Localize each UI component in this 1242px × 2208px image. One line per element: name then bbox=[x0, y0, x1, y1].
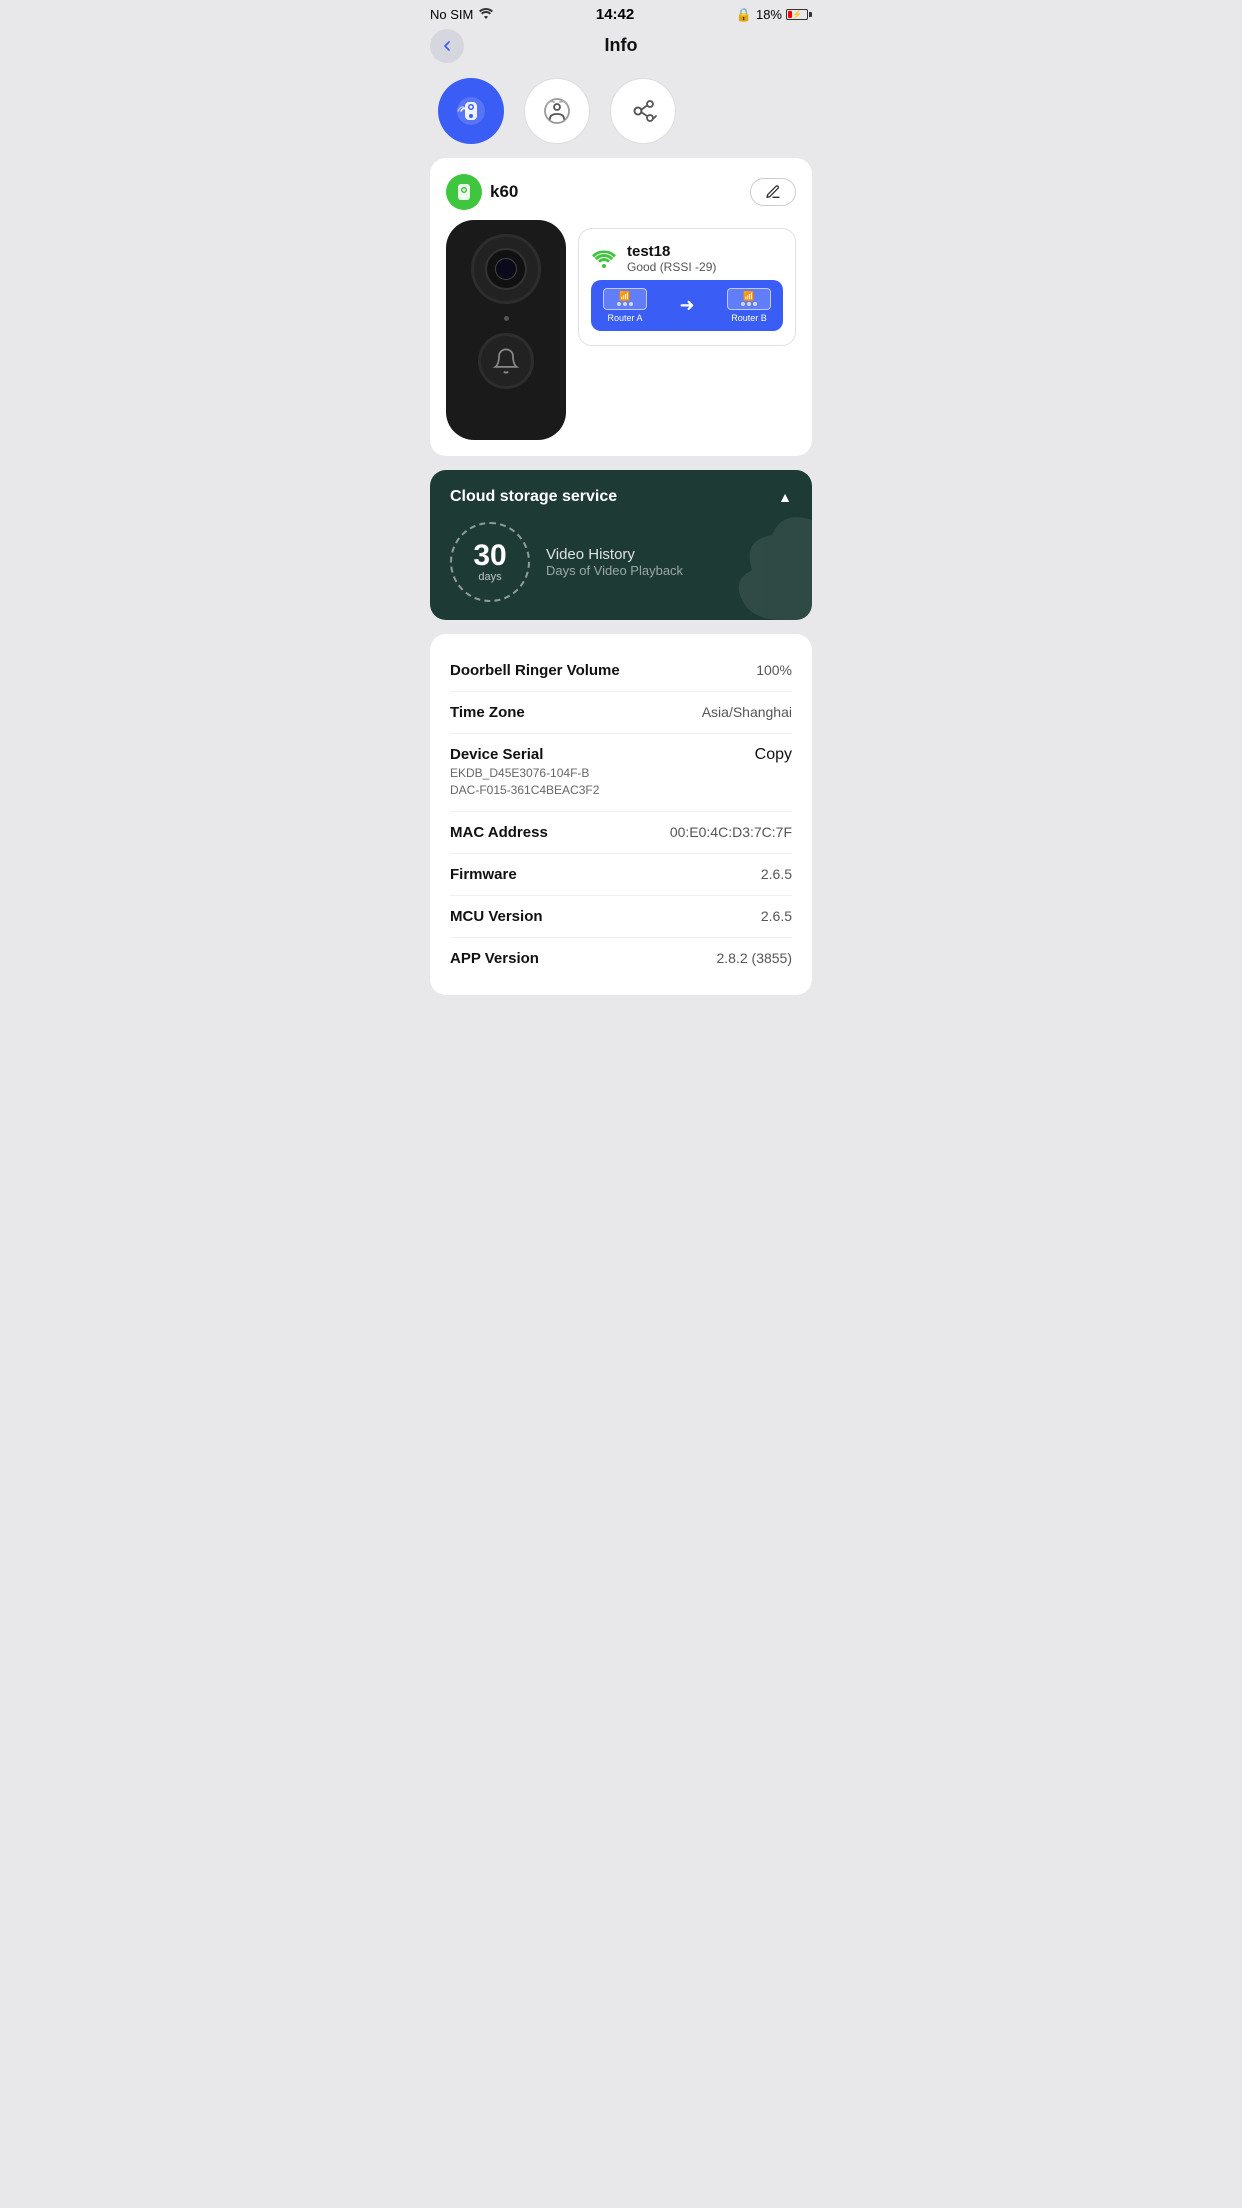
router-b: 📶 Router B bbox=[727, 288, 771, 323]
router-banner: 📶 Router A ➜ 📶 bbox=[591, 280, 783, 331]
info-label: MCU Version bbox=[450, 908, 761, 925]
info-row: Firmware2.6.5 bbox=[450, 854, 792, 896]
doorbell-image bbox=[446, 220, 566, 440]
wifi-ssid: test18 bbox=[627, 243, 716, 260]
cloud-storage-card[interactable]: Cloud storage service ▲ 30 days Video Hi… bbox=[430, 470, 812, 620]
info-row[interactable]: Device Serial EKDB_D45E3076-104F-B DAC-F0… bbox=[450, 734, 792, 812]
cloud-storage-title: Cloud storage service bbox=[450, 488, 617, 506]
info-label-col: APP Version bbox=[450, 950, 717, 967]
router-b-box: 📶 bbox=[727, 288, 771, 310]
info-row: MCU Version2.6.5 bbox=[450, 896, 792, 938]
lock-icon: 🔒 bbox=[736, 7, 752, 23]
device-image-area bbox=[446, 220, 566, 440]
back-button[interactable] bbox=[430, 29, 464, 63]
device-card: k60 bbox=[430, 158, 812, 456]
wifi-card-header: test18 Good (RSSI -29) bbox=[591, 243, 783, 274]
info-card: Doorbell Ringer Volume100%Time ZoneAsia/… bbox=[430, 634, 812, 995]
info-row: APP Version2.8.2 (3855) bbox=[450, 938, 792, 979]
router-arrow-icon: ➜ bbox=[679, 295, 694, 316]
wifi-card: test18 Good (RSSI -29) 📶 Router A bbox=[578, 228, 796, 346]
info-label: Device Serial bbox=[450, 746, 755, 763]
status-right: 🔒 18% ⚡ bbox=[736, 7, 812, 23]
info-value: 2.8.2 (3855) bbox=[717, 950, 793, 966]
wifi-info: test18 Good (RSSI -29) bbox=[627, 243, 716, 274]
cloud-bg-decoration bbox=[612, 490, 812, 620]
camera-ring bbox=[471, 234, 541, 304]
info-value: 2.6.5 bbox=[761, 866, 792, 882]
info-sub: EKDB_D45E3076-104F-B DAC-F015-361C4BEAC3… bbox=[450, 765, 755, 799]
carrier-label: No SIM bbox=[430, 7, 473, 22]
device-name: k60 bbox=[490, 182, 518, 202]
status-time: 14:42 bbox=[596, 6, 634, 23]
status-bar: No SIM 14:42 🔒 18% ⚡ bbox=[414, 0, 828, 27]
tab-share[interactable] bbox=[610, 78, 676, 144]
info-row: MAC Address00:E0:4C:D3:7C:7F bbox=[450, 812, 792, 854]
info-label-col: Time Zone bbox=[450, 704, 702, 721]
info-value: Asia/Shanghai bbox=[702, 704, 792, 720]
info-label: APP Version bbox=[450, 950, 717, 967]
doorbell-bell bbox=[478, 333, 534, 389]
page-title: Info bbox=[605, 35, 638, 56]
days-circle: 30 days bbox=[450, 522, 530, 602]
tab-row bbox=[414, 66, 828, 158]
router-a: 📶 Router A bbox=[603, 288, 647, 323]
header: Info bbox=[414, 27, 828, 66]
battery-icon: ⚡ bbox=[786, 9, 812, 20]
wifi-signal-icon bbox=[591, 249, 617, 269]
router-a-label: Router A bbox=[607, 313, 642, 323]
device-logo bbox=[446, 174, 482, 210]
tab-info[interactable] bbox=[438, 78, 504, 144]
copy-button[interactable]: Copy bbox=[755, 746, 792, 764]
info-label-col: Firmware bbox=[450, 866, 761, 883]
info-label-col: Device Serial EKDB_D45E3076-104F-B DAC-F0… bbox=[450, 746, 755, 799]
wifi-quality: Good (RSSI -29) bbox=[627, 260, 716, 274]
info-label: Firmware bbox=[450, 866, 761, 883]
device-name-row: k60 bbox=[446, 174, 518, 210]
tab-activity[interactable] bbox=[524, 78, 590, 144]
camera-lens bbox=[495, 258, 517, 280]
info-label: Doorbell Ringer Volume bbox=[450, 662, 756, 679]
info-value: 2.6.5 bbox=[761, 908, 792, 924]
doorbell-dot bbox=[504, 316, 509, 321]
info-value: 00:E0:4C:D3:7C:7F bbox=[670, 824, 792, 840]
info-row: Doorbell Ringer Volume100% bbox=[450, 650, 792, 692]
days-label: days bbox=[478, 571, 501, 583]
wifi-status-icon bbox=[478, 7, 494, 22]
device-header: k60 bbox=[446, 174, 796, 210]
device-body: test18 Good (RSSI -29) 📶 Router A bbox=[446, 220, 796, 440]
days-number: 30 bbox=[473, 541, 506, 571]
info-label-col: MCU Version bbox=[450, 908, 761, 925]
edit-button[interactable] bbox=[750, 178, 796, 206]
info-label-col: Doorbell Ringer Volume bbox=[450, 662, 756, 679]
info-value: 100% bbox=[756, 662, 792, 678]
battery-percent: 18% bbox=[756, 7, 782, 22]
info-label: MAC Address bbox=[450, 824, 670, 841]
camera-inner bbox=[485, 248, 527, 290]
info-row: Time ZoneAsia/Shanghai bbox=[450, 692, 792, 734]
status-left: No SIM bbox=[430, 7, 494, 22]
info-label-col: MAC Address bbox=[450, 824, 670, 841]
router-a-box: 📶 bbox=[603, 288, 647, 310]
info-label: Time Zone bbox=[450, 704, 702, 721]
router-b-label: Router B bbox=[731, 313, 767, 323]
